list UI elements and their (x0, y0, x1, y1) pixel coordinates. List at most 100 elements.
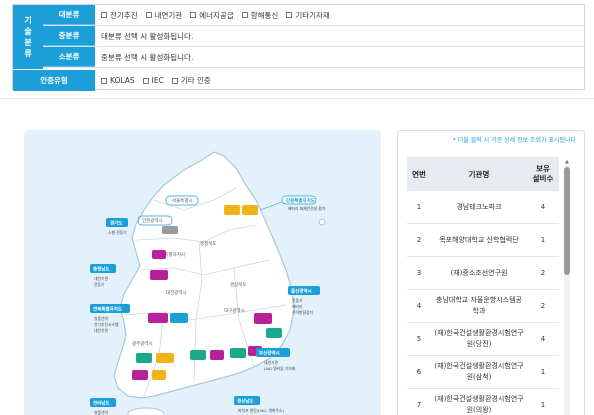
checkbox-box[interactable] (101, 12, 107, 18)
ulsan-icon-2[interactable] (266, 328, 282, 338)
busan-icon-1[interactable] (230, 348, 246, 358)
cell-name: (재)한국건설생활환경시험연구원(삼척) (434, 362, 524, 381)
table-row[interactable]: 5 (재)한국건설생활환경시험연구원(당진) 4 (407, 323, 559, 356)
table-row[interactable]: 4 충남대학교 자율운항시스템공학과 2 (407, 290, 559, 323)
section-divider (0, 98, 594, 99)
jeonnam-icon-3[interactable] (132, 370, 148, 380)
jeonnam-icon-1[interactable] (136, 353, 152, 363)
institution-table-panel: * 더블 클릭 시 기관 상세 정보 조회가 표시됩니다 연번 기관명 보유 설… (397, 130, 585, 415)
cell-name: 경남테크노파크 (456, 202, 502, 211)
jeonnam-icon-4[interactable] (152, 370, 166, 380)
chungnam-icon-1[interactable] (152, 250, 166, 259)
scroll-up-icon[interactable]: ▲ (564, 159, 570, 165)
checkbox-label: 내연기관 (154, 10, 183, 20)
cell-count: 2 (540, 302, 546, 310)
jeonnam-icon-2[interactable] (156, 353, 174, 363)
callout-ulsan-item-3: 전력변환장치 (292, 310, 313, 315)
callout-busan-title: 부산광역시 (259, 350, 280, 357)
table-scrollbar[interactable]: ▲ (564, 159, 570, 415)
checkbox-label: 에너지공급 (199, 10, 234, 20)
ulleungdo (318, 218, 326, 226)
cell-name: (재)한국건설생활환경시험연구원(당진) (434, 329, 524, 348)
ulsan-icon-1[interactable] (254, 313, 272, 324)
callout-ulsan-item-1: 전동기 (292, 298, 302, 303)
gyeongnam-icon-2[interactable] (210, 350, 224, 360)
callout-chungnam-item-1: 내연기관 (94, 276, 108, 281)
checkbox-label: KOLAS (110, 76, 135, 85)
cell-count: 4 (540, 335, 546, 343)
callout-jeonbuk-item-3: 내연기관 (94, 328, 108, 333)
callout-jeonnam-title: 전라남도 (93, 400, 110, 407)
cell-name: 목포해양대학교 산학협력단 (439, 235, 519, 244)
checkbox-box[interactable] (145, 12, 152, 18)
checkbox-navigation-comm[interactable]: 항해통신 (241, 10, 279, 21)
checkbox-label: 전기추진 (110, 10, 138, 20)
jeonbuk-icon-1[interactable] (148, 313, 168, 323)
callout-ulsan-item-2: 배터리 (292, 304, 302, 309)
checkbox-iec[interactable]: IEC (142, 76, 164, 85)
middle-row: 중분류 대분류 선택 시 활성화됩니다. (43, 26, 584, 47)
checkbox-box[interactable] (190, 12, 197, 18)
callout-gyeongnam-item: 피치프 엔진(LNG, 액화수소) (238, 408, 284, 413)
callout-gyeonggi-title: 경기도 (110, 220, 122, 227)
label-char: 류 (24, 49, 32, 58)
checkbox-other-equipment[interactable]: 기타기자재 (286, 10, 330, 21)
table-row[interactable]: 6 (재)한국건설생활환경시험연구원(삼척) 1 (407, 356, 559, 389)
jeju-island[interactable] (127, 407, 165, 415)
double-click-note: * 더블 클릭 시 기관 상세 정보 조회가 표시됩니다 (452, 137, 576, 144)
callout-jeonbuk-title: 전북특별자치도 (93, 306, 122, 313)
checkbox-label: 항해통신 (250, 10, 279, 20)
cell-no: 1 (416, 203, 422, 211)
cell-name: 충남대학교 자율운항시스템공학과 (436, 296, 522, 315)
callout-busan-item-2: LNG 탱커및 기자재 (264, 366, 296, 371)
table-header: 연번 기관명 보유 설비수 (407, 157, 559, 191)
checkbox-label: 기타기자재 (295, 10, 330, 20)
checkbox-box[interactable] (101, 77, 107, 84)
gyeongnam-icon-1[interactable] (190, 350, 206, 360)
cert-label: 인증유형 (13, 70, 95, 91)
checkbox-label: 기타 인증 (180, 76, 211, 85)
korea-map: 서울특별시 인천광역시 충청북도 세종특별자치시 대전광역시 경상북도 대구광역… (90, 151, 326, 415)
table-row[interactable]: 3 (재)중소조선연구원 2 (407, 257, 559, 290)
checkbox-energy-supply[interactable]: 에너지공급 (190, 10, 234, 21)
checkbox-electric-propulsion[interactable]: 전기추진 (101, 10, 138, 21)
scrollbar-thumb[interactable] (564, 167, 570, 275)
header-name: 기관명 (468, 169, 490, 179)
minor-hint: 중분류 선택 시 활성화됩니다. (101, 52, 194, 62)
cell-name: (재)중소조선연구원 (450, 268, 508, 277)
gangwon-icon-1[interactable] (224, 205, 240, 215)
gyeonggi-icon[interactable] (162, 226, 178, 234)
checkbox-box[interactable] (171, 77, 178, 84)
table-row[interactable]: 1 경남테크노파크 4 (407, 191, 559, 224)
checkbox-combustion-engine[interactable]: 내연기관 (145, 10, 183, 21)
checkbox-box[interactable] (286, 12, 293, 18)
checkbox-kolas[interactable]: KOLAS (101, 76, 135, 85)
major-row: 대분류 전기추진 내연기관 에너지공급 항해통신 기타기자재 (43, 5, 584, 26)
callout-gangwon-title: 강원특별자치도 (286, 197, 315, 204)
region-label-chungbuk: 충청북도 (200, 240, 217, 247)
checkbox-box[interactable] (241, 12, 248, 18)
korea-map-panel: 서울특별시 인천광역시 충청북도 세종특별자치시 대전광역시 경상북도 대구광역… (24, 130, 381, 415)
chungnam-icon-2[interactable] (150, 270, 168, 280)
cell-no: 3 (416, 269, 422, 277)
cell-no: 5 (416, 335, 422, 343)
cert-options: KOLAS IEC 기타 인증 (95, 75, 584, 86)
gangwon-icon-2[interactable] (242, 205, 258, 215)
table-row[interactable]: 7 (재)한국건설생활환경시험연구원(의왕) 1 (407, 389, 559, 415)
major-label: 대분류 (43, 5, 95, 25)
region-label-seoul: 서울특별시 (172, 197, 193, 204)
callout-gangwon-item: 배터리 화재안전성 평가 (288, 206, 326, 211)
checkbox-other-cert[interactable]: 기타 인증 (171, 75, 211, 86)
table-row[interactable]: 2 목포해양대학교 산학협력단 1 (407, 224, 559, 257)
cert-row: 인증유형 KOLAS IEC 기타 인증 (13, 70, 584, 91)
filter-panel: 기 술 분 류 대분류 전기추진 내연기관 에너지공급 항해통신 기타기자재 중… (12, 4, 585, 91)
cell-count: 1 (540, 368, 546, 376)
middle-label: 중분류 (43, 26, 95, 46)
header-count: 보유 설비수 (527, 164, 559, 184)
checkbox-box[interactable] (142, 77, 149, 84)
jeonbuk-icon-2[interactable] (170, 313, 188, 323)
header-count-line1: 보유 (536, 164, 550, 173)
callout-gyeonggi-item: 소형 전동기 (108, 230, 127, 235)
tech-category-label: 기 술 분 류 (13, 5, 43, 69)
callout-chungnam-title: 충청남도 (93, 266, 110, 273)
